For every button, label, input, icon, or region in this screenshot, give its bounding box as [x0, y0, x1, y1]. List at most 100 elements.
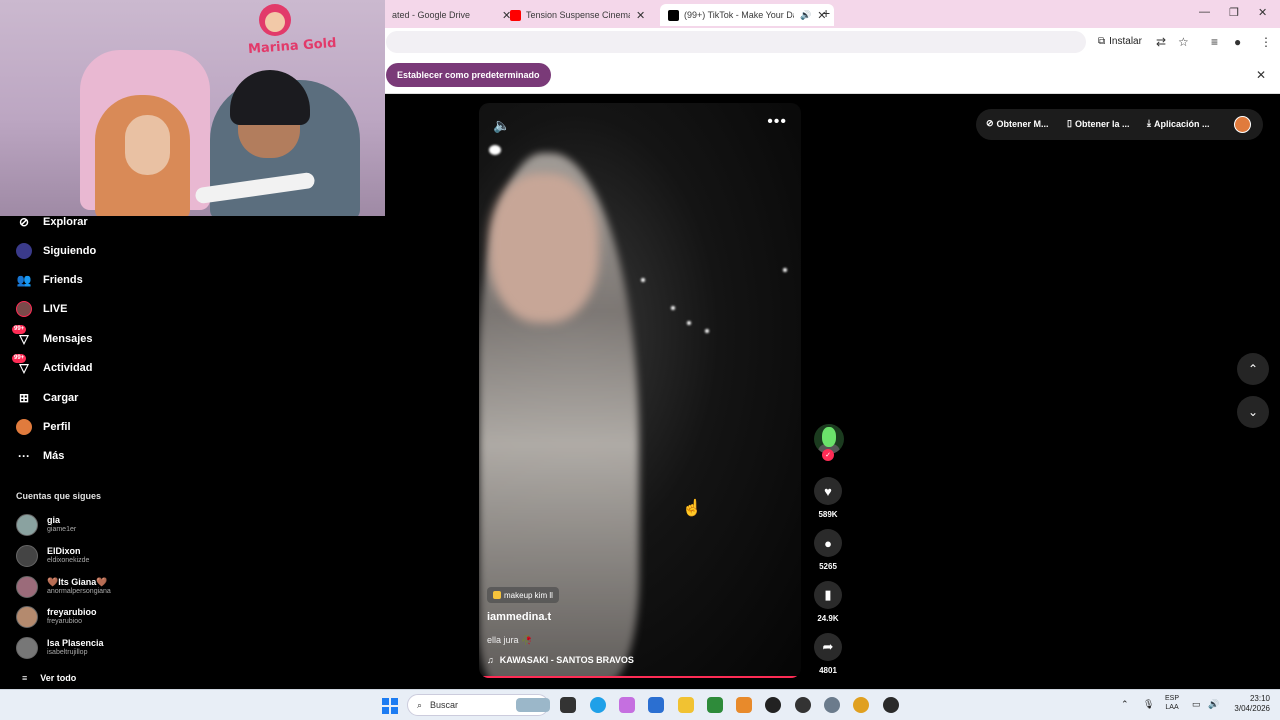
pill-label: Obtener M... — [996, 118, 1049, 129]
sidebar-item-explorar[interactable]: ⊘ Explorar — [16, 211, 88, 233]
settings-icon[interactable] — [824, 697, 840, 713]
app-icon[interactable] — [765, 697, 781, 713]
sidebar-item-label: Mensajes — [43, 333, 93, 345]
video-music[interactable]: ♫ KAWASAKI - SANTOS BRAVOS — [487, 655, 634, 665]
menu-icon[interactable]: ⋮ — [1260, 35, 1272, 49]
close-icon[interactable]: ✕ — [1256, 68, 1266, 82]
sidebar-item-actividad[interactable]: ▽ 99+ Actividad — [12, 354, 93, 379]
taskbar-widget-icon[interactable] — [516, 698, 550, 712]
sidebar-item-cargar[interactable]: ⊞ Cargar — [16, 387, 79, 409]
tab-tiktok[interactable]: (99+) TikTok - Make Your Da 🔊 ✕ — [660, 4, 835, 26]
close-icon[interactable]: ✕ — [636, 9, 645, 22]
effect-tag[interactable]: makeup kim ll — [487, 587, 559, 603]
save-button[interactable]: ▮ 24.9K — [813, 581, 843, 623]
store-icon[interactable] — [648, 697, 664, 713]
activity-badge: 99+ — [12, 354, 27, 363]
more-options-icon[interactable]: ••• — [767, 113, 787, 131]
following-account[interactable]: ElDixon eldixonekizde — [16, 545, 216, 569]
desktop-app-button[interactable]: ⤓ Aplicación ... — [1147, 118, 1210, 129]
windows-start-icon[interactable] — [382, 698, 398, 714]
share-button[interactable]: ➦ 4801 — [813, 633, 843, 675]
user-avatar[interactable] — [1234, 116, 1251, 133]
minecraft-icon[interactable] — [707, 697, 723, 713]
new-tab-icon[interactable]: + — [822, 5, 830, 21]
previous-video-button[interactable]: ⌃ — [1237, 353, 1269, 385]
upload-icon: ⊞ — [18, 391, 30, 405]
following-account[interactable]: 🤎Its Giana🤎 anormalpersongiana — [16, 576, 216, 600]
sidebar-item-mas[interactable]: ··· Más — [16, 445, 64, 467]
network-icon[interactable]: ▭ — [1192, 699, 1201, 710]
taskview-icon[interactable] — [560, 697, 576, 713]
sidebar-item-siguiendo[interactable]: Siguiendo — [16, 240, 96, 262]
sidebar-item-perfil[interactable]: Perfil — [16, 416, 71, 438]
profile-avatar-icon[interactable]: ● — [1234, 35, 1241, 49]
star-icon[interactable]: ☆ — [1178, 35, 1189, 49]
video-light — [687, 321, 691, 325]
obs-icon[interactable] — [883, 697, 899, 713]
sidebar-item-mensajes[interactable]: ▽ 99+ Mensajes — [12, 325, 93, 350]
sidebar-item-label: Cargar — [43, 392, 79, 404]
sidebar-item-label: Friends — [43, 274, 83, 286]
vlc-icon[interactable] — [736, 697, 752, 713]
restore-icon[interactable]: ❐ — [1229, 6, 1239, 19]
next-video-button[interactable]: ⌄ — [1237, 396, 1269, 428]
logo-icon — [259, 4, 291, 36]
account-name: gia — [47, 515, 61, 525]
app-icon[interactable] — [795, 697, 811, 713]
clock[interactable]: 23:10 3/04/2026 — [1228, 694, 1270, 714]
chevron-up-icon[interactable]: ⌃ — [1121, 699, 1129, 710]
following-section-title: Cuentas que sigues — [16, 491, 102, 501]
volume-icon[interactable]: 🔈 — [493, 117, 510, 134]
time: 23:10 — [1249, 694, 1270, 703]
pill-label: Obtener la ... — [1074, 118, 1130, 129]
address-bar[interactable] — [386, 31, 1086, 53]
minimize-icon[interactable]: — — [1199, 6, 1210, 18]
sidebar-item-live[interactable]: LIVE — [16, 298, 67, 320]
follow-check-icon[interactable]: ✓ — [822, 449, 834, 461]
install-button[interactable]: ⧉ Instalar — [1098, 36, 1142, 47]
comment-count: 5265 — [819, 562, 837, 571]
edge-icon[interactable] — [590, 697, 606, 713]
translate-icon[interactable]: ⇄ — [1156, 35, 1166, 49]
get-app-button[interactable]: ▯ Obtener la ... — [1067, 118, 1129, 129]
language-indicator[interactable]: ESP LAA — [1165, 694, 1179, 712]
like-button[interactable]: ♥ 589K — [813, 477, 843, 519]
sidebar-item-friends[interactable]: 👥 Friends — [16, 269, 83, 291]
effect-label: makeup kim ll — [504, 590, 553, 600]
video-player[interactable]: 🔈 ••• makeup kim ll iammedina.t ella jur… — [479, 103, 801, 678]
set-default-button[interactable]: Establecer como predeterminado — [386, 63, 551, 87]
video-light — [783, 268, 787, 272]
sidebar-item-label: LIVE — [43, 303, 68, 315]
mic-icon[interactable]: 🎙 — [1143, 699, 1154, 710]
tab-title: (99+) TikTok - Make Your Da — [684, 10, 794, 20]
following-account[interactable]: Isa Plasencia isabeltrujillop — [16, 637, 216, 661]
speaker-icon[interactable]: 🔊 — [800, 10, 811, 21]
following-icon — [16, 243, 32, 259]
video-light — [641, 278, 645, 282]
file-explorer-icon[interactable] — [678, 697, 694, 713]
media-icon[interactable]: ≡ — [1211, 35, 1218, 49]
message-icon: ▽ 99+ — [12, 325, 29, 346]
copilot-icon[interactable] — [619, 697, 635, 713]
list-icon: ≡ — [22, 673, 28, 683]
share-count: 4801 — [819, 666, 837, 675]
sidebar-item-label: Siguiendo — [43, 245, 97, 257]
following-account[interactable]: gia giame1er — [16, 514, 216, 538]
save-count: 24.9K — [817, 614, 839, 623]
taskbar: ⌕ Buscar ⌃ 🎙 ESP LAA ▭ 🔊 23:10 3/04/2026 — [0, 689, 1280, 720]
close-window-icon[interactable]: ✕ — [1258, 6, 1267, 19]
video-progress-bar[interactable] — [479, 676, 801, 678]
video-author[interactable]: iammedina.t — [487, 611, 551, 623]
account-name: ElDixon — [47, 546, 81, 556]
tab-youtube[interactable]: Tension Suspense Cinematic Ne ✕ — [502, 4, 653, 26]
person-right-hair — [230, 70, 310, 125]
music-note-icon: ♫ — [487, 655, 494, 665]
chrome-icon[interactable] — [853, 697, 869, 713]
tab-google-drive[interactable]: ated - Google Drive ✕ — [384, 4, 519, 26]
volume-icon[interactable]: 🔊 — [1208, 699, 1219, 710]
following-account[interactable]: freyarubioo freyarubioo — [16, 606, 216, 630]
get-coins-button[interactable]: ⊘ Obtener M... — [986, 118, 1049, 129]
see-all-link[interactable]: ≡ Ver todo — [22, 673, 76, 683]
tab-title: ated - Google Drive — [392, 10, 471, 20]
comment-button[interactable]: ● 5265 — [813, 529, 843, 571]
